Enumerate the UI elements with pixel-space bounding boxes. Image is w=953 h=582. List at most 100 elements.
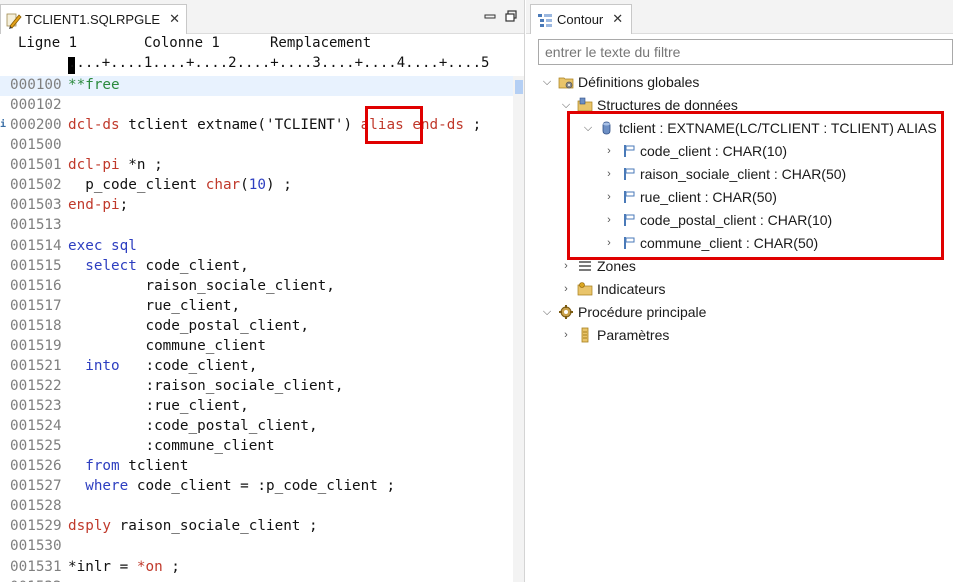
line-number: 001529 [10, 518, 62, 535]
line-text: raison_sociale_client, [68, 277, 335, 294]
chevron-down-icon[interactable]: ⌵ [540, 305, 554, 319]
line-text: end-pi; [68, 197, 129, 214]
code-line[interactable]: 001531 *inlr = *on ; [0, 558, 513, 578]
indicator-folder-icon [577, 282, 593, 296]
tree-node-parameters[interactable]: › Paramètres [559, 324, 669, 346]
status-insert-mode: Remplacement [270, 35, 372, 51]
vertical-scrollbar[interactable] [513, 76, 524, 582]
code-area[interactable]: 000100 **free 000102 i 000200 dcl-ds tclient … [0, 76, 513, 582]
line-number: 001522 [10, 377, 62, 394]
line-number: 001501 [10, 157, 62, 174]
chevron-down-icon[interactable]: ⌵ [540, 75, 554, 89]
line-number: 001516 [10, 277, 62, 294]
code-line[interactable]: 001529 dsply raison_sociale_client ; [0, 517, 513, 537]
scrollbar-thumb[interactable] [515, 80, 523, 94]
line-number: 001518 [10, 317, 62, 334]
line-text: dsply raison_sociale_client ; [68, 518, 318, 535]
outline-pane: Contour ✕ ⌵ Définitions globales ⌵ Struc… [526, 0, 953, 582]
minimize-icon[interactable] [483, 9, 497, 23]
code-line[interactable]: 001526 from tclient [0, 457, 513, 477]
code-line[interactable]: 001515 select code_client, [0, 257, 513, 277]
line-text: commune_client [68, 337, 266, 354]
maximize-icon[interactable] [504, 9, 518, 23]
code-line[interactable]: 001516 raison_sociale_client, [0, 277, 513, 297]
code-line[interactable]: 001518 code_postal_client, [0, 317, 513, 337]
parameters-icon [581, 327, 589, 343]
code-line[interactable]: 001500 [0, 136, 513, 156]
code-line[interactable]: 001502 p_code_client char(10) ; [0, 176, 513, 196]
line-text: :commune_client [68, 438, 275, 455]
chevron-down-icon[interactable]: ⌵ [559, 98, 573, 112]
close-icon[interactable]: ✕ [169, 12, 180, 27]
line-number: 001530 [10, 538, 62, 555]
outline-tab-label: Contour [557, 12, 604, 27]
editor-tab-tclient1[interactable]: TCLIENT1.SQLRPGLE ✕ [0, 4, 188, 34]
line-text: dcl-pi *n ; [68, 157, 163, 174]
code-line[interactable]: 001524 :code_postal_client, [0, 417, 513, 437]
outline-icon [538, 13, 552, 27]
tree-node-label: Procédure principale [578, 304, 707, 320]
line-number: 001514 [10, 237, 62, 254]
info-marker-icon[interactable]: i [0, 119, 6, 133]
line-number: 001526 [10, 458, 62, 475]
code-line[interactable]: 001503 end-pi; [0, 196, 513, 216]
zones-icon [579, 261, 591, 271]
line-number: 001532 [10, 579, 62, 582]
tree-node-indicators[interactable]: › Indicateurs [559, 278, 665, 300]
code-line[interactable]: 001530 [0, 537, 513, 557]
line-number: 001500 [10, 137, 62, 154]
line-text: where code_client = :p_code_client ; [85, 478, 396, 495]
line-number: 001524 [10, 418, 62, 435]
annotation-box-tclient-structure [567, 111, 944, 260]
code-line[interactable]: 001532 [0, 578, 513, 582]
code-line[interactable]: 001513 [0, 216, 513, 236]
chevron-right-icon[interactable]: › [559, 259, 573, 273]
code-line[interactable]: 001528 [0, 497, 513, 517]
line-text: rue_client, [68, 297, 241, 314]
editor-tab-bar: TCLIENT1.SQLRPGLE ✕ [0, 0, 524, 34]
tree-node-global-definitions[interactable]: ⌵ Définitions globales [540, 71, 700, 93]
line-text: into :code_client, [85, 357, 258, 374]
code-line[interactable]: 001522 :raison_sociale_client, [0, 377, 513, 397]
line-number: 000200 [10, 117, 62, 134]
line-text: select code_client, [85, 257, 249, 274]
code-line[interactable]: 001527 where code_client = :p_code_clien… [0, 477, 513, 497]
line-number: 000100 [10, 77, 62, 93]
line-number: 001502 [10, 177, 62, 194]
code-line[interactable]: 001501 dcl-pi *n ; [0, 156, 513, 176]
line-number: 000102 [10, 97, 62, 114]
line-text: exec sql [68, 237, 137, 254]
pencil-file-icon [6, 13, 22, 29]
editor-status-line: Ligne 1 Colonne 1 Remplacement [0, 34, 524, 54]
line-number: 001525 [10, 438, 62, 455]
outline-tab-bar: Contour ✕ [526, 0, 953, 34]
annotation-box-alias [365, 106, 423, 144]
line-number: 001513 [10, 217, 62, 234]
code-line[interactable]: 001519 commune_client [0, 337, 513, 357]
line-text: from tclient [85, 458, 189, 475]
line-text: *inlr = *on ; [68, 558, 180, 575]
line-number: 001517 [10, 297, 62, 314]
tree-node-main-procedure[interactable]: ⌵ Procédure principale [540, 301, 707, 323]
code-line[interactable]: 001523 :rue_client, [0, 397, 513, 417]
outline-tab[interactable]: Contour ✕ [530, 4, 633, 34]
editor-pane: TCLIENT1.SQLRPGLE ✕ Ligne 1 Colonne 1 Re… [0, 0, 525, 582]
tree-node-label: Définitions globales [578, 74, 700, 90]
chevron-right-icon[interactable]: › [559, 328, 573, 342]
line-text: **free [68, 77, 120, 93]
line-number: 001503 [10, 197, 62, 214]
line-text: p_code_client char(10) ; [68, 177, 292, 194]
chevron-right-icon[interactable]: › [559, 282, 573, 296]
line-number: 001519 [10, 337, 62, 354]
code-line[interactable]: 000100 **free [0, 76, 513, 97]
code-line[interactable]: 001517 rue_client, [0, 297, 513, 317]
code-line[interactable]: 001525 :commune_client [0, 437, 513, 457]
code-line[interactable]: i 000200 dcl-ds tclient extname('TCLIENT')… [0, 116, 513, 136]
code-line[interactable]: 000102 [0, 96, 513, 116]
code-line[interactable]: 001521 into :code_client, [0, 357, 513, 377]
line-number: 001531 [10, 558, 62, 575]
filter-input[interactable] [538, 39, 953, 65]
editor-tab-label: TCLIENT1.SQLRPGLE [25, 12, 161, 27]
code-line[interactable]: 001514 exec sql [0, 237, 513, 257]
close-icon[interactable]: ✕ [612, 12, 623, 27]
